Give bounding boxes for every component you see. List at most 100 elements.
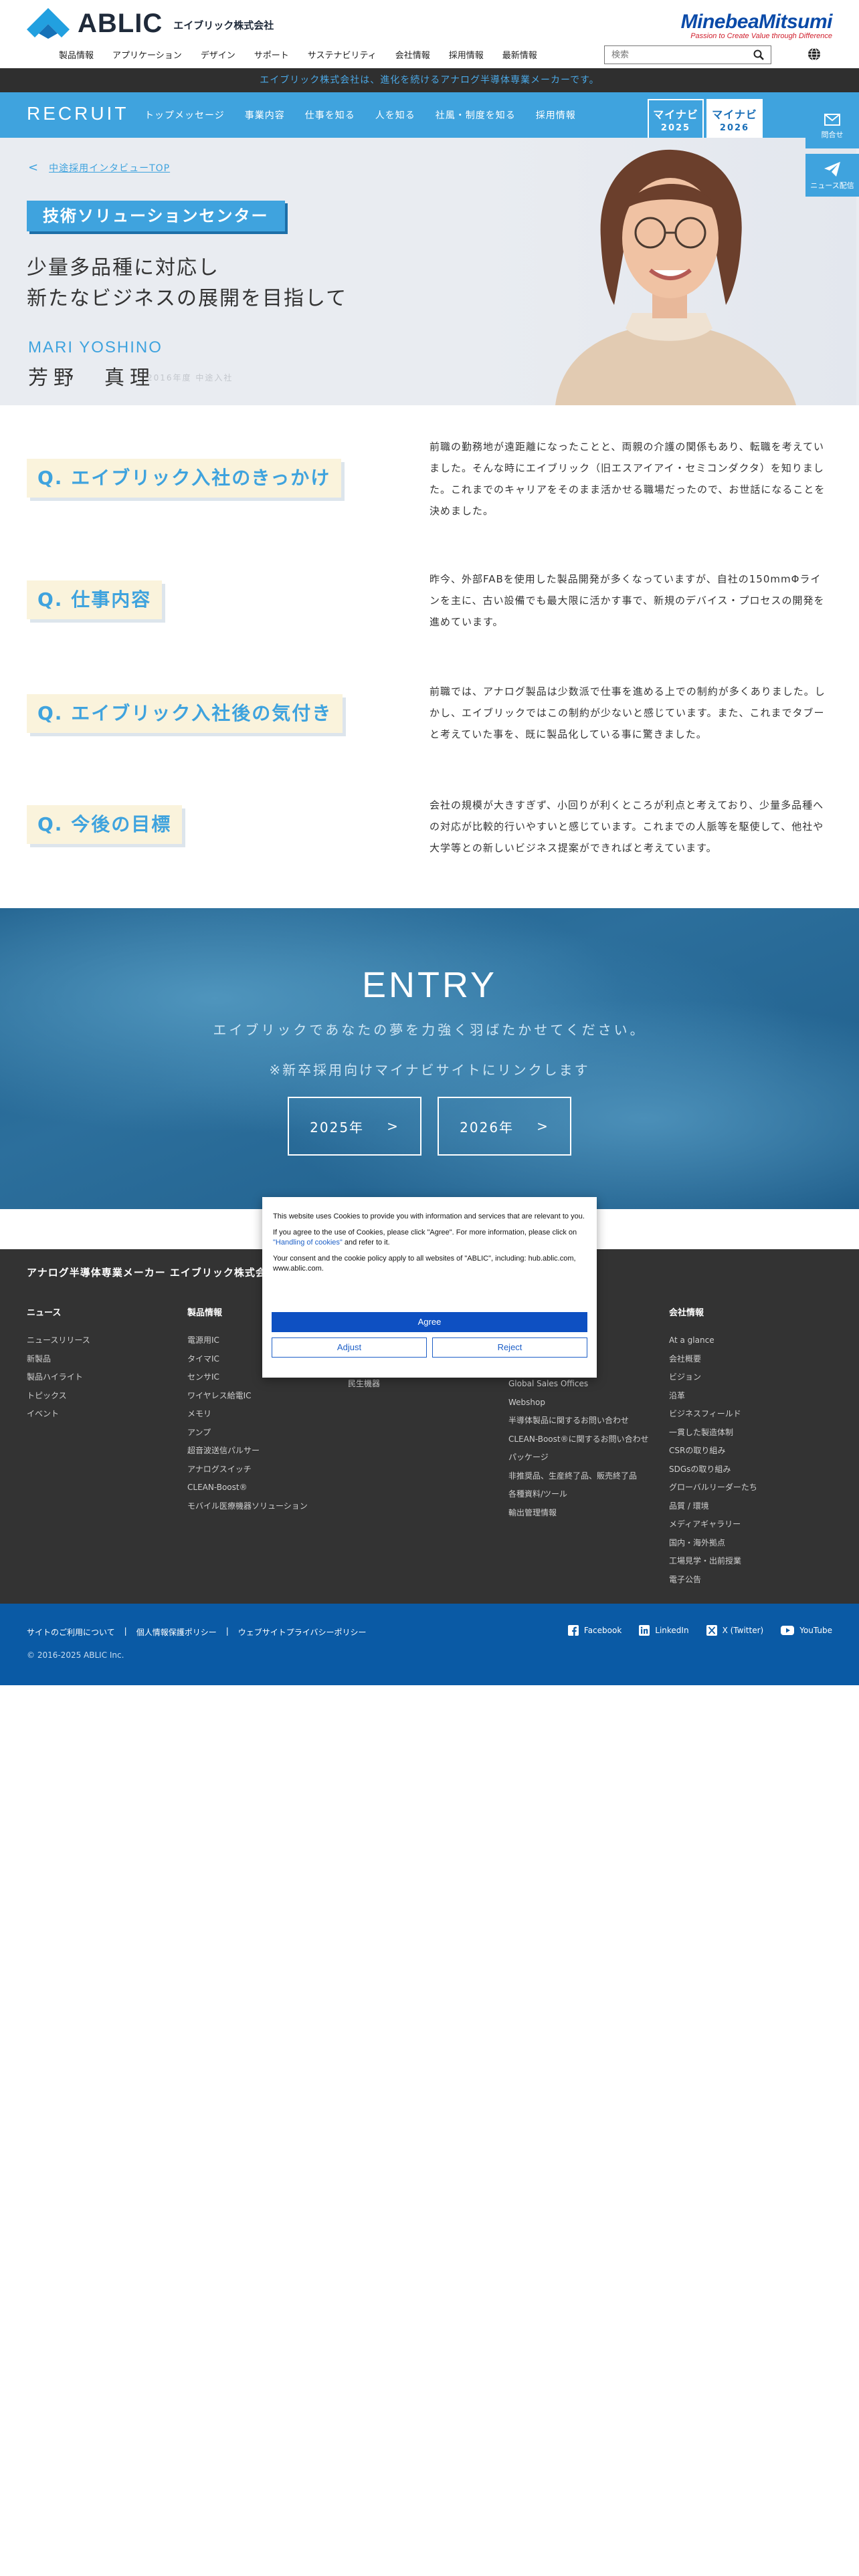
recruit-nav: トップメッセージ 事業内容 仕事を知る 人を知る 社風・制度を知る 採用情報 — [145, 108, 596, 122]
x-twitter-link[interactable]: X (Twitter) — [706, 1625, 764, 1636]
footer-link[interactable]: Webshop — [508, 1394, 669, 1412]
ablic-logo[interactable]: ABLIC エイブリック株式会社 — [27, 8, 274, 39]
legal-separator: | — [124, 1626, 127, 1636]
mynavi-2025-button[interactable]: マイナビ 2025 — [648, 99, 704, 139]
nav-sustainability[interactable]: サステナビリティ — [308, 48, 377, 61]
side-news-button[interactable]: ニュース配信 — [805, 154, 859, 197]
footer-link[interactable]: パッケージ — [508, 1448, 669, 1467]
youtube-icon — [781, 1626, 795, 1635]
notice-bar: エイブリック株式会社は、進化を続けるアナログ半導体専業メーカーです。 — [0, 68, 859, 92]
legal-separator: | — [225, 1626, 229, 1636]
footer-column-support: Global Sales Offices Webshop 半導体製品に関するお問… — [508, 1375, 669, 1522]
footer-column-company: 会社情報 At a glance 会社概要 ビジョン 沿革 ビジネスフィールド … — [669, 1305, 830, 1589]
footer-link[interactable]: At a glance — [669, 1331, 830, 1350]
footer-link[interactable]: トピックス — [27, 1387, 187, 1406]
search-box — [604, 45, 771, 64]
entry-2025-button[interactable]: 2025年 > — [288, 1097, 421, 1156]
footer-link[interactable]: 沿革 — [669, 1387, 830, 1406]
footer-link[interactable]: 非推奨品、生産終了品、販売終了品 — [508, 1467, 669, 1486]
search-button[interactable] — [747, 46, 771, 64]
entry-2025-label: 2025年 — [310, 1119, 365, 1136]
linkedin-link[interactable]: LinkedIn — [639, 1625, 689, 1636]
recruit-nav-culture[interactable]: 社風・制度を知る — [436, 108, 516, 122]
x-twitter-label: X (Twitter) — [722, 1626, 764, 1635]
footer-link[interactable]: ビジネスフィールド — [669, 1405, 830, 1424]
globe-icon[interactable] — [807, 47, 821, 61]
breadcrumb[interactable]: < 中途採用インタビューTOP — [28, 160, 170, 175]
recruit-nav-work[interactable]: 仕事を知る — [305, 108, 355, 122]
footer-link[interactable]: 工場見学・出前授業 — [669, 1552, 830, 1571]
cookie-adjust-button[interactable]: Adjust — [272, 1337, 427, 1358]
footer-heading[interactable]: ニュース — [27, 1305, 187, 1318]
legal-site-terms[interactable]: サイトのご利用について — [27, 1626, 115, 1638]
mail-icon — [824, 114, 840, 126]
nav-latest[interactable]: 最新情報 — [502, 48, 537, 61]
recruit-title[interactable]: RECRUIT — [27, 103, 128, 124]
footer-link[interactable]: 製品ハイライト — [27, 1368, 187, 1387]
youtube-label: YouTube — [799, 1626, 832, 1635]
footer-link[interactable]: 輸出管理情報 — [508, 1504, 669, 1523]
nav-products[interactable]: 製品情報 — [59, 48, 94, 61]
legal-web-privacy[interactable]: ウェブサイトプライバシーポリシー — [238, 1626, 367, 1638]
footer-link[interactable]: メディアギャラリー — [669, 1515, 830, 1534]
footer-link[interactable]: アナログスイッチ — [187, 1461, 348, 1479]
footer-link[interactable]: ワイヤレス給電IC — [187, 1387, 348, 1406]
nav-applications[interactable]: アプリケーション — [112, 48, 182, 61]
cookie-policy-link[interactable]: "Handling of cookies" — [273, 1239, 343, 1247]
cookie-reject-button[interactable]: Reject — [432, 1337, 587, 1358]
footer-link[interactable]: ニュースリリース — [27, 1331, 187, 1350]
footer-link[interactable]: CLEAN-Boost® — [187, 1479, 348, 1497]
legal-privacy[interactable]: 個人情報保護ポリシー — [136, 1626, 217, 1638]
footer-link[interactable]: SDGsの取り組み — [669, 1461, 830, 1479]
footer-link[interactable]: Global Sales Offices — [508, 1375, 669, 1394]
footer-link[interactable]: 新製品 — [27, 1350, 187, 1369]
footer-link[interactable]: イベント — [27, 1405, 187, 1424]
footer-heading[interactable]: 会社情報 — [669, 1305, 830, 1318]
footer-link[interactable]: アンプ — [187, 1424, 348, 1442]
recruit-nav-top-message[interactable]: トップメッセージ — [145, 108, 225, 122]
footer-link[interactable]: 半導体製品に関するお問い合わせ — [508, 1412, 669, 1430]
nav-company[interactable]: 会社情報 — [395, 48, 430, 61]
cookie-dialog: This website uses Cookies to provide you… — [262, 1197, 597, 1378]
footer-link[interactable]: 各種資料/ツール — [508, 1485, 669, 1504]
footer-column-applications: 民生機器 — [348, 1375, 508, 1394]
footer-link[interactable]: 国内・海外拠点 — [669, 1534, 830, 1553]
footer-link[interactable]: 品質 / 環境 — [669, 1497, 830, 1516]
footer-link[interactable]: CSRの取り組み — [669, 1442, 830, 1461]
nav-careers[interactable]: 採用情報 — [449, 48, 484, 61]
footer-link[interactable]: グローバルリーダーたち — [669, 1479, 830, 1497]
footer-link[interactable]: 一貫した製造体制 — [669, 1424, 830, 1442]
recruit-bar: RECRUIT トップメッセージ 事業内容 仕事を知る 人を知る 社風・制度を知… — [0, 92, 859, 139]
footer-link[interactable]: CLEAN-Boost®に関するお問い合わせ — [508, 1430, 669, 1449]
page: ABLIC エイブリック株式会社 MinebeaMitsumi Passion … — [0, 0, 859, 2576]
youtube-link[interactable]: YouTube — [781, 1625, 832, 1636]
footer-link[interactable]: モバイル医療機器ソリューション — [187, 1497, 348, 1516]
hero: < 中途採用インタビューTOP 技術ソリューションセンター 少量多品種に対応し … — [0, 138, 859, 405]
footer-bottom: サイトのご利用について | 個人情報保護ポリシー | ウェブサイトプライバシーポ… — [0, 1604, 859, 1685]
search-input[interactable] — [605, 47, 747, 63]
qa-item: Q. エイブリック入社後の気付き 前職では、アナログ製品は少数派で仕事を進める上… — [0, 666, 859, 773]
entry-subtitle: エイブリックであなたの夢を力強く羽ばたかせてください。 — [213, 1022, 646, 1038]
footer-link[interactable]: 電子公告 — [669, 1571, 830, 1590]
recruit-nav-info[interactable]: 採用情報 — [536, 108, 576, 122]
minebeamitsumi-logo[interactable]: MinebeaMitsumi Passion to Create Value t… — [681, 11, 833, 40]
side-contact-label: 問合せ — [821, 130, 844, 139]
nav-design[interactable]: デザイン — [201, 48, 235, 61]
cookie-agree-button[interactable]: Agree — [272, 1312, 587, 1332]
mynavi-2026-name: マイナビ — [712, 108, 757, 121]
entry-2026-button[interactable]: 2026年 > — [438, 1097, 571, 1156]
footer-link[interactable]: メモリ — [187, 1405, 348, 1424]
mynavi-2026-button[interactable]: マイナビ 2026 — [706, 99, 763, 139]
mynavi-2026-year: 2026 — [719, 123, 750, 133]
recruit-nav-business[interactable]: 事業内容 — [245, 108, 285, 122]
breadcrumb-link[interactable]: 中途採用インタビューTOP — [49, 161, 170, 175]
footer-link[interactable]: 会社概要 — [669, 1350, 830, 1369]
nav-support[interactable]: サポート — [254, 48, 289, 61]
footer-link[interactable]: ビジョン — [669, 1368, 830, 1387]
facebook-link[interactable]: Facebook — [567, 1625, 622, 1636]
footer-link[interactable]: 民生機器 — [348, 1375, 508, 1394]
linkedin-label: LinkedIn — [655, 1626, 689, 1635]
footer-link[interactable]: 超音波送信パルサー — [187, 1442, 348, 1461]
side-contact-button[interactable]: 問合せ — [805, 106, 859, 148]
recruit-nav-people[interactable]: 人を知る — [375, 108, 415, 122]
